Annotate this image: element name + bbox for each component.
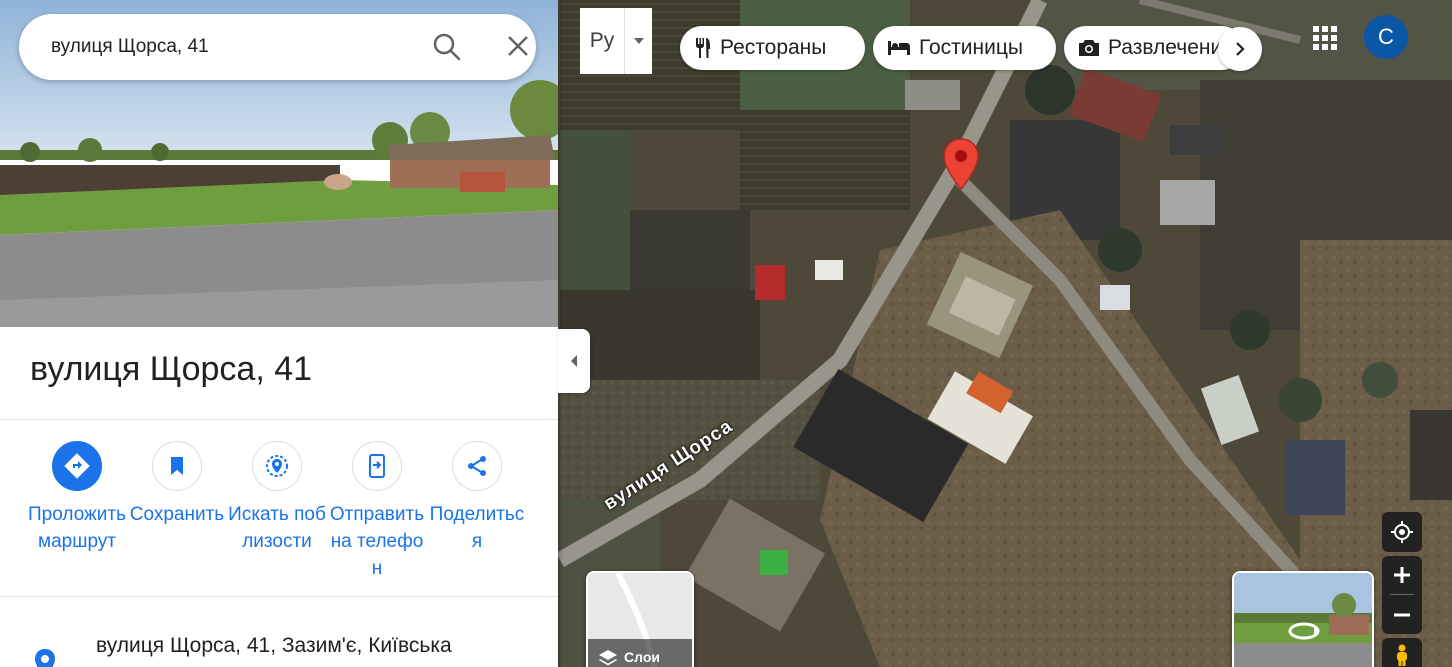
action-bar: Проложить маршрут Сохранить Искать побли…: [18, 440, 538, 590]
street-view-thumbnail[interactable]: [1232, 571, 1374, 667]
directions-label: Проложить маршрут: [28, 504, 126, 552]
send-to-phone-button[interactable]: Отправить на телефон: [327, 440, 427, 582]
input-tools-button[interactable]: Ру: [580, 8, 652, 74]
my-location-button[interactable]: [1382, 512, 1422, 552]
zoom-out-button[interactable]: [1382, 596, 1422, 634]
collapse-panel-button[interactable]: [558, 329, 590, 393]
street-view-preview: [1234, 573, 1372, 667]
bookmark-icon: [152, 441, 202, 491]
save-label: Сохранить: [129, 504, 225, 525]
send-to-phone-icon: [352, 441, 402, 491]
pegman-icon: [1397, 644, 1407, 666]
maps-app: вулиця Щорса вулиця Щорса, 41 вулиця Щор…: [0, 0, 1452, 667]
hotel-icon: [887, 40, 911, 56]
directions-icon: [52, 441, 102, 491]
zoom-in-button[interactable]: [1382, 556, 1422, 594]
chip-entertainment-label: Развлечения: [1108, 36, 1234, 59]
search-box: [19, 14, 536, 80]
layers-button[interactable]: Слои: [586, 571, 694, 667]
address-text: вулиця Щорса, 41, Зазим'є, Київська: [96, 634, 452, 657]
address-row[interactable]: вулиця Щорса, 41, Зазим'є, Київська: [0, 620, 558, 667]
divider: [0, 596, 558, 597]
clear-search-button[interactable]: [501, 31, 535, 63]
apps-grid-icon: [1313, 26, 1337, 50]
restaurant-icon: [694, 37, 712, 59]
crosshair-icon: [1391, 521, 1413, 543]
share-icon: [452, 441, 502, 491]
google-apps-button[interactable]: [1309, 22, 1341, 54]
chevron-right-icon: [1236, 42, 1245, 56]
place-panel: вулиця Щорса, 41 Проложить маршрут Сохра…: [0, 0, 558, 667]
close-icon: [508, 36, 528, 56]
chip-restaurants-label: Рестораны: [720, 36, 827, 59]
send-to-phone-label: Отправить на телефон: [329, 504, 425, 579]
location-marker-icon: [34, 648, 56, 667]
plus-icon: [1394, 567, 1410, 583]
directions-button[interactable]: Проложить маршрут: [27, 440, 127, 555]
place-photo[interactable]: [0, 0, 558, 327]
search-icon: [433, 33, 461, 61]
chip-entertainment[interactable]: Развлечения: [1064, 26, 1244, 70]
search-nearby-label: Искать поблизости: [228, 504, 326, 552]
location-pin-icon[interactable]: [942, 138, 980, 191]
camera-icon: [1078, 39, 1100, 57]
chevron-left-icon: [571, 355, 577, 367]
divider: [0, 419, 558, 420]
search-button[interactable]: [430, 31, 464, 63]
chip-hotels-label: Гостиницы: [919, 36, 1023, 59]
chip-hotels[interactable]: Гостиницы: [873, 26, 1056, 70]
search-nearby-button[interactable]: Искать поблизости: [227, 440, 327, 555]
chips-next-button[interactable]: [1218, 27, 1262, 71]
chevron-down-icon[interactable]: [625, 8, 652, 74]
layers-icon: [598, 649, 618, 667]
nearby-icon: [252, 441, 302, 491]
share-button[interactable]: Поделиться: [427, 440, 527, 555]
chip-restaurants[interactable]: Рестораны: [680, 26, 865, 70]
account-avatar[interactable]: C: [1364, 15, 1408, 59]
place-title: вулиця Щорса, 41: [30, 350, 313, 388]
divider: [1390, 594, 1414, 595]
layers-label: Слои: [624, 649, 660, 665]
save-button[interactable]: Сохранить: [127, 440, 227, 528]
share-label: Поделиться: [429, 504, 525, 552]
input-language-label: Ру: [589, 29, 615, 52]
search-input[interactable]: [51, 14, 391, 80]
zoom-controls: [1382, 556, 1422, 634]
minus-icon: [1394, 613, 1410, 617]
pegman-button[interactable]: [1382, 638, 1422, 667]
